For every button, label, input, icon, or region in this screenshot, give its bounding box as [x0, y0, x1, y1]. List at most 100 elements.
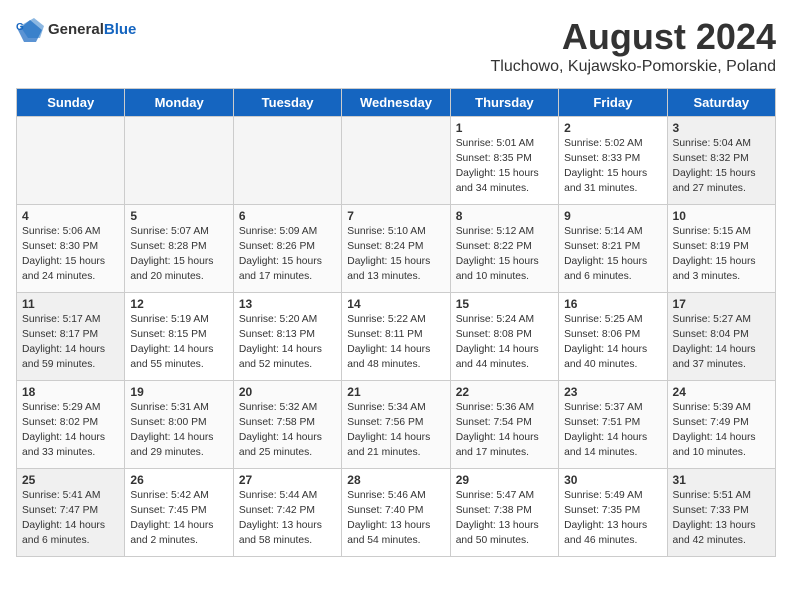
- day-info: Sunrise: 5:47 AM Sunset: 7:38 PM Dayligh…: [456, 489, 553, 549]
- day-info: Sunrise: 5:24 AM Sunset: 8:08 PM Dayligh…: [456, 313, 553, 373]
- day-info: Sunrise: 5:36 AM Sunset: 7:54 PM Dayligh…: [456, 401, 553, 461]
- day-number: 7: [347, 209, 444, 223]
- header-sunday: Sunday: [17, 89, 125, 117]
- day-info: Sunrise: 5:15 AM Sunset: 8:19 PM Dayligh…: [673, 225, 770, 285]
- calendar-week-2: 11 Sunrise: 5:17 AM Sunset: 8:17 PM Dayli…: [17, 293, 776, 381]
- day-number: 13: [239, 297, 336, 311]
- calendar-cell: 7 Sunrise: 5:10 AM Sunset: 8:24 PM Daylig…: [342, 205, 450, 293]
- day-info: Sunrise: 5:09 AM Sunset: 8:26 PM Dayligh…: [239, 225, 336, 285]
- page-header: G GeneralBlue August 2024 Tluchowo, Kuja…: [16, 16, 776, 76]
- day-info: Sunrise: 5:32 AM Sunset: 7:58 PM Dayligh…: [239, 401, 336, 461]
- calendar-cell: [125, 117, 233, 205]
- calendar-header-row: SundayMondayTuesdayWednesdayThursdayFrid…: [17, 89, 776, 117]
- calendar-cell: 12 Sunrise: 5:19 AM Sunset: 8:15 PM Dayli…: [125, 293, 233, 381]
- day-number: 24: [673, 385, 770, 399]
- calendar-cell: 22Sunrise: 5:36 AM Sunset: 7:54 PM Dayli…: [450, 381, 558, 469]
- header-saturday: Saturday: [667, 89, 775, 117]
- page-subtitle: Tluchowo, Kujawsko-Pomorskie, Poland: [491, 58, 776, 76]
- day-info: Sunrise: 5:04 AM Sunset: 8:32 PM Dayligh…: [673, 137, 770, 197]
- calendar-cell: 25 Sunrise: 5:41 AM Sunset: 7:47 PM Dayli…: [17, 469, 125, 557]
- calendar-cell: 27 Sunrise: 5:44 AM Sunset: 7:42 PM Dayli…: [233, 469, 341, 557]
- calendar-cell: [233, 117, 341, 205]
- day-number: 27: [239, 473, 336, 487]
- calendar-cell: [17, 117, 125, 205]
- calendar-cell: 10 Sunrise: 5:15 AM Sunset: 8:19 PM Dayli…: [667, 205, 775, 293]
- calendar-cell: 18Sunrise: 5:29 AM Sunset: 8:02 PM Dayli…: [17, 381, 125, 469]
- day-info: Sunrise: 5:20 AM Sunset: 8:13 PM Dayligh…: [239, 313, 336, 373]
- day-info: Sunrise: 5:17 AM Sunset: 8:17 PM Dayligh…: [22, 313, 119, 373]
- header-thursday: Thursday: [450, 89, 558, 117]
- day-number: 5: [130, 209, 227, 223]
- day-info: Sunrise: 5:14 AM Sunset: 8:21 PM Dayligh…: [564, 225, 661, 285]
- logo: G GeneralBlue: [16, 16, 136, 44]
- day-number: 8: [456, 209, 553, 223]
- day-info: Sunrise: 5:41 AM Sunset: 7:47 PM Dayligh…: [22, 489, 119, 549]
- day-number: 3: [673, 121, 770, 135]
- day-number: 23: [564, 385, 661, 399]
- calendar-cell: 9 Sunrise: 5:14 AM Sunset: 8:21 PM Daylig…: [559, 205, 667, 293]
- day-info: Sunrise: 5:44 AM Sunset: 7:42 PM Dayligh…: [239, 489, 336, 549]
- day-info: Sunrise: 5:34 AM Sunset: 7:56 PM Dayligh…: [347, 401, 444, 461]
- day-info: Sunrise: 5:19 AM Sunset: 8:15 PM Dayligh…: [130, 313, 227, 373]
- calendar-week-4: 25 Sunrise: 5:41 AM Sunset: 7:47 PM Dayli…: [17, 469, 776, 557]
- calendar-cell: 17 Sunrise: 5:27 AM Sunset: 8:04 PM Dayli…: [667, 293, 775, 381]
- day-number: 11: [22, 297, 119, 311]
- header-wednesday: Wednesday: [342, 89, 450, 117]
- day-info: Sunrise: 5:07 AM Sunset: 8:28 PM Dayligh…: [130, 225, 227, 285]
- day-info: Sunrise: 5:42 AM Sunset: 7:45 PM Dayligh…: [130, 489, 227, 549]
- day-number: 6: [239, 209, 336, 223]
- day-number: 29: [456, 473, 553, 487]
- day-number: 19: [130, 385, 227, 399]
- calendar-cell: 8 Sunrise: 5:12 AM Sunset: 8:22 PM Daylig…: [450, 205, 558, 293]
- calendar-cell: 24 Sunrise: 5:39 AM Sunset: 7:49 PM Dayli…: [667, 381, 775, 469]
- day-info: Sunrise: 5:22 AM Sunset: 8:11 PM Dayligh…: [347, 313, 444, 373]
- calendar-cell: 15Sunrise: 5:24 AM Sunset: 8:08 PM Dayli…: [450, 293, 558, 381]
- calendar-cell: 26 Sunrise: 5:42 AM Sunset: 7:45 PM Dayli…: [125, 469, 233, 557]
- day-number: 18: [22, 385, 119, 399]
- day-info: Sunrise: 5:12 AM Sunset: 8:22 PM Dayligh…: [456, 225, 553, 285]
- day-info: Sunrise: 5:25 AM Sunset: 8:06 PM Dayligh…: [564, 313, 661, 373]
- day-number: 9: [564, 209, 661, 223]
- header-tuesday: Tuesday: [233, 89, 341, 117]
- title-section: August 2024 Tluchowo, Kujawsko-Pomorskie…: [491, 16, 776, 76]
- day-number: 16: [564, 297, 661, 311]
- calendar-week-3: 18Sunrise: 5:29 AM Sunset: 8:02 PM Dayli…: [17, 381, 776, 469]
- calendar-cell: 13 Sunrise: 5:20 AM Sunset: 8:13 PM Dayli…: [233, 293, 341, 381]
- day-info: Sunrise: 5:06 AM Sunset: 8:30 PM Dayligh…: [22, 225, 119, 285]
- day-number: 25: [22, 473, 119, 487]
- day-info: Sunrise: 5:39 AM Sunset: 7:49 PM Dayligh…: [673, 401, 770, 461]
- calendar-week-0: 1Sunrise: 5:01 AM Sunset: 8:35 PM Daylig…: [17, 117, 776, 205]
- calendar-cell: 14 Sunrise: 5:22 AM Sunset: 8:11 PM Dayli…: [342, 293, 450, 381]
- calendar-cell: 11 Sunrise: 5:17 AM Sunset: 8:17 PM Dayli…: [17, 293, 125, 381]
- day-number: 30: [564, 473, 661, 487]
- day-number: 14: [347, 297, 444, 311]
- calendar-cell: 21 Sunrise: 5:34 AM Sunset: 7:56 PM Dayli…: [342, 381, 450, 469]
- calendar-cell: 5 Sunrise: 5:07 AM Sunset: 8:28 PM Daylig…: [125, 205, 233, 293]
- day-number: 10: [673, 209, 770, 223]
- header-monday: Monday: [125, 89, 233, 117]
- day-info: Sunrise: 5:27 AM Sunset: 8:04 PM Dayligh…: [673, 313, 770, 373]
- day-number: 12: [130, 297, 227, 311]
- day-number: 31: [673, 473, 770, 487]
- calendar-cell: 4Sunrise: 5:06 AM Sunset: 8:30 PM Daylig…: [17, 205, 125, 293]
- calendar-cell: [342, 117, 450, 205]
- day-number: 21: [347, 385, 444, 399]
- calendar-cell: 23 Sunrise: 5:37 AM Sunset: 7:51 PM Dayli…: [559, 381, 667, 469]
- day-info: Sunrise: 5:01 AM Sunset: 8:35 PM Dayligh…: [456, 137, 553, 197]
- calendar-cell: 28Sunrise: 5:46 AM Sunset: 7:40 PM Dayli…: [342, 469, 450, 557]
- calendar-cell: 31 Sunrise: 5:51 AM Sunset: 7:33 PM Dayli…: [667, 469, 775, 557]
- day-info: Sunrise: 5:51 AM Sunset: 7:33 PM Dayligh…: [673, 489, 770, 549]
- header-friday: Friday: [559, 89, 667, 117]
- calendar-cell: 19Sunrise: 5:31 AM Sunset: 8:00 PM Dayli…: [125, 381, 233, 469]
- day-info: Sunrise: 5:10 AM Sunset: 8:24 PM Dayligh…: [347, 225, 444, 285]
- day-info: Sunrise: 5:37 AM Sunset: 7:51 PM Dayligh…: [564, 401, 661, 461]
- day-number: 26: [130, 473, 227, 487]
- logo-icon: G: [16, 16, 44, 44]
- day-number: 28: [347, 473, 444, 487]
- day-number: 17: [673, 297, 770, 311]
- page-title: August 2024: [491, 16, 776, 58]
- calendar-cell: 20Sunrise: 5:32 AM Sunset: 7:58 PM Dayli…: [233, 381, 341, 469]
- day-info: Sunrise: 5:02 AM Sunset: 8:33 PM Dayligh…: [564, 137, 661, 197]
- day-info: Sunrise: 5:49 AM Sunset: 7:35 PM Dayligh…: [564, 489, 661, 549]
- calendar-cell: 2Sunrise: 5:02 AM Sunset: 8:33 PM Daylig…: [559, 117, 667, 205]
